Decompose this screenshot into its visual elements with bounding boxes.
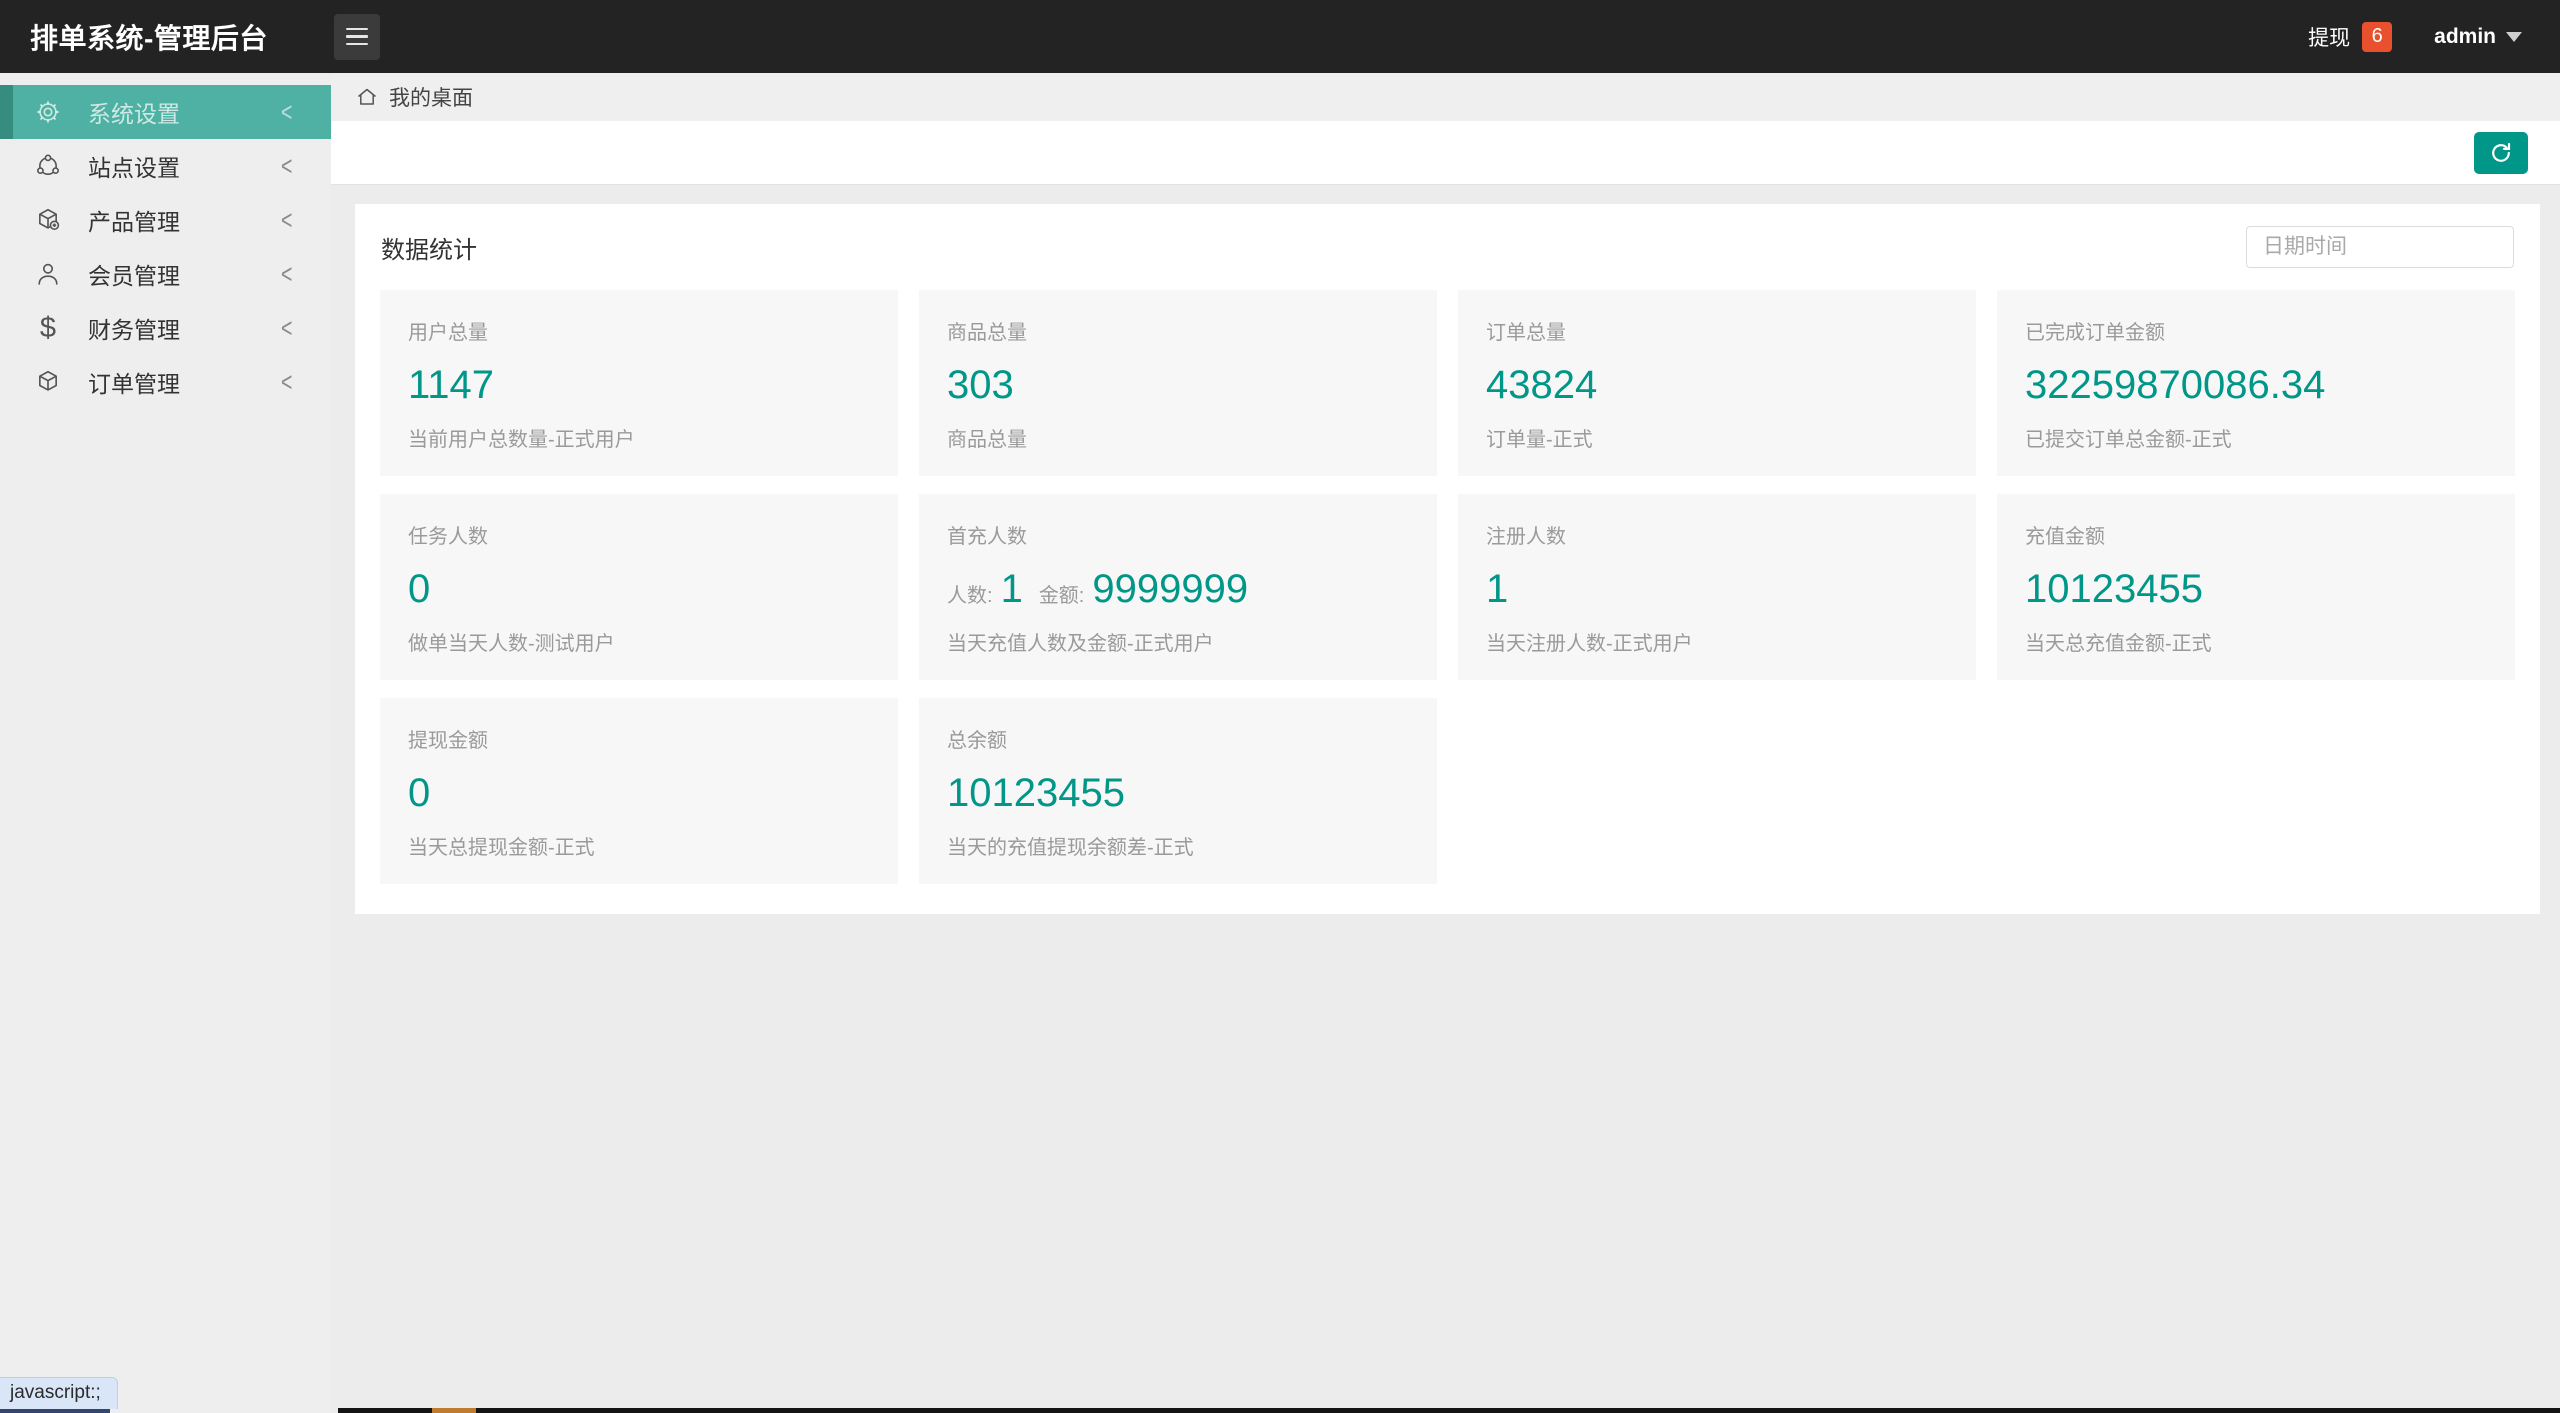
refresh-icon [2488, 140, 2514, 166]
stat-card-title: 总余额 [947, 724, 1409, 753]
stat-card-title: 用户总量 [408, 316, 870, 345]
stat-card-caption: 当天的充值提现余额差-正式 [947, 831, 1409, 860]
stats-grid: 用户总量 1147 当前用户总数量-正式用户 商品总量 303 商品总量 订单总… [355, 290, 2540, 884]
site-icon [33, 151, 63, 181]
stat-card: 首充人数 人数: 1 金额:9999999 当天充值人数及金额-正式用户 [919, 494, 1437, 680]
top-header: 排单系统-管理后台 提现 6 admin [0, 0, 2560, 73]
stat-card-title: 首充人数 [947, 520, 1409, 549]
stat-card: 充值金额 10123455 当天总充值金额-正式 [1997, 494, 2515, 680]
stat-card: 已完成订单金额 32259870086.34 已提交订单总金额-正式 [1997, 290, 2515, 476]
stat-card-pairs: 人数: 1 金额:9999999 [947, 569, 1409, 609]
withdraw-link[interactable]: 提现 [2308, 22, 2350, 52]
panel-title: 数据统计 [381, 230, 477, 265]
stat-card-value: 1 [1486, 569, 1948, 609]
stat-card-caption: 当天总充值金额-正式 [2025, 627, 2487, 656]
stat-card-value: 303 [947, 365, 1409, 405]
stat-card-caption: 当前用户总数量-正式用户 [408, 423, 870, 452]
header-right: 提现 6 admin [2308, 22, 2560, 52]
stat-card-caption: 订单量-正式 [1486, 423, 1948, 452]
sidebar-item-label: 产品管理 [88, 203, 180, 237]
stats-panel: 数据统计 用户总量 1147 当前用户总数量-正式用户 商品总量 303 商品总… [355, 204, 2540, 914]
chevron-left-icon: < [281, 312, 292, 343]
stat-card-title: 充值金额 [2025, 520, 2487, 549]
sidebar-item-site-settings[interactable]: 站点设置 < [0, 139, 331, 193]
stat-card-value: 1147 [408, 365, 870, 405]
stat-card: 总余额 10123455 当天的充值提现余额差-正式 [919, 698, 1437, 884]
stat-card-title: 订单总量 [1486, 316, 1948, 345]
member-icon [33, 259, 63, 289]
stat-card-value: 10123455 [2025, 569, 2487, 609]
stat-card: 订单总量 43824 订单量-正式 [1458, 290, 1976, 476]
package-icon [33, 367, 63, 397]
sidebar-item-finance-management[interactable]: $ 财务管理 < [0, 301, 331, 355]
home-icon [355, 85, 379, 109]
taskbar-segment-orange [432, 1408, 476, 1413]
stat-card-title: 注册人数 [1486, 520, 1948, 549]
sidebar-item-label: 财务管理 [88, 311, 180, 345]
breadcrumb: 我的桌面 [331, 73, 2560, 121]
sidebar-item-label: 订单管理 [88, 365, 180, 399]
withdraw-count-badge[interactable]: 6 [2362, 22, 2392, 52]
stat-card-title: 提现金额 [408, 724, 870, 753]
user-menu[interactable]: admin [2434, 25, 2522, 49]
gear-icon [33, 97, 63, 127]
toolbar [331, 121, 2560, 185]
sidebar-item-order-management[interactable]: 订单管理 < [0, 355, 331, 409]
taskbar-strip [0, 1408, 2560, 1413]
stat-card-value: 10123455 [947, 773, 1409, 813]
dollar-icon: $ [33, 313, 63, 343]
panel-header: 数据统计 [355, 204, 2540, 290]
chevron-left-icon: < [281, 366, 292, 397]
refresh-button[interactable] [2474, 132, 2528, 174]
caret-down-icon [2506, 32, 2522, 42]
stat-card-caption: 商品总量 [947, 423, 1409, 452]
stat-card: 任务人数 0 做单当天人数-测试用户 [380, 494, 898, 680]
sidebar-item-member-management[interactable]: 会员管理 < [0, 247, 331, 301]
date-input[interactable] [2246, 226, 2514, 268]
main-content: 我的桌面 数据统计 用户总量 1147 当前用户总数量-正式用户 商品总量 30… [331, 73, 2560, 1413]
stat-card-caption: 当天注册人数-正式用户 [1486, 627, 1948, 656]
stat-card: 提现金额 0 当天总提现金额-正式 [380, 698, 898, 884]
sidebar-item-label: 会员管理 [88, 257, 180, 291]
stat-card: 注册人数 1 当天注册人数-正式用户 [1458, 494, 1976, 680]
stat-card-title: 已完成订单金额 [2025, 316, 2487, 345]
stat-card-value: 43824 [1486, 365, 1948, 405]
app-title: 排单系统-管理后台 [0, 17, 318, 57]
stat-pair-value: 1 [1001, 569, 1023, 609]
status-bar-link-preview: javascript:; [0, 1377, 118, 1409]
stat-card-caption: 做单当天人数-测试用户 [408, 627, 870, 656]
stat-pair-label: 金额: [1039, 579, 1085, 608]
stat-card-title: 商品总量 [947, 316, 1409, 345]
sidebar-item-label: 站点设置 [88, 149, 180, 183]
stat-card-value: 0 [408, 569, 870, 609]
chevron-left-icon: < [281, 96, 292, 127]
stat-card: 用户总量 1147 当前用户总数量-正式用户 [380, 290, 898, 476]
sidebar-nav: 系统设置 < 站点设置 < 产品管理 < 会员管理 < $ 财务管理 < 订单管… [0, 73, 331, 1413]
chevron-left-icon: < [281, 150, 292, 181]
sidebar-item-label: 系统设置 [88, 95, 180, 129]
taskbar-segment-dark [338, 1408, 2560, 1413]
stat-card-caption: 已提交订单总金额-正式 [2025, 423, 2487, 452]
sidebar-toggle-button[interactable] [334, 14, 380, 60]
stat-card: 商品总量 303 商品总量 [919, 290, 1437, 476]
sidebar-item-product-management[interactable]: 产品管理 < [0, 193, 331, 247]
stat-card-value: 0 [408, 773, 870, 813]
stat-card-value: 32259870086.34 [2025, 365, 2487, 405]
chevron-left-icon: < [281, 258, 292, 289]
stat-card-caption: 当天充值人数及金额-正式用户 [947, 627, 1409, 656]
stat-pair-label: 人数: [947, 579, 993, 608]
chevron-left-icon: < [281, 204, 292, 235]
stat-card-title: 任务人数 [408, 520, 870, 549]
sidebar-item-system-settings[interactable]: 系统设置 < [0, 85, 331, 139]
stat-pair-value: 9999999 [1092, 569, 1248, 609]
breadcrumb-label[interactable]: 我的桌面 [389, 82, 473, 112]
product-icon [33, 205, 63, 235]
stat-card-caption: 当天总提现金额-正式 [408, 831, 870, 860]
username-label: admin [2434, 25, 2496, 49]
